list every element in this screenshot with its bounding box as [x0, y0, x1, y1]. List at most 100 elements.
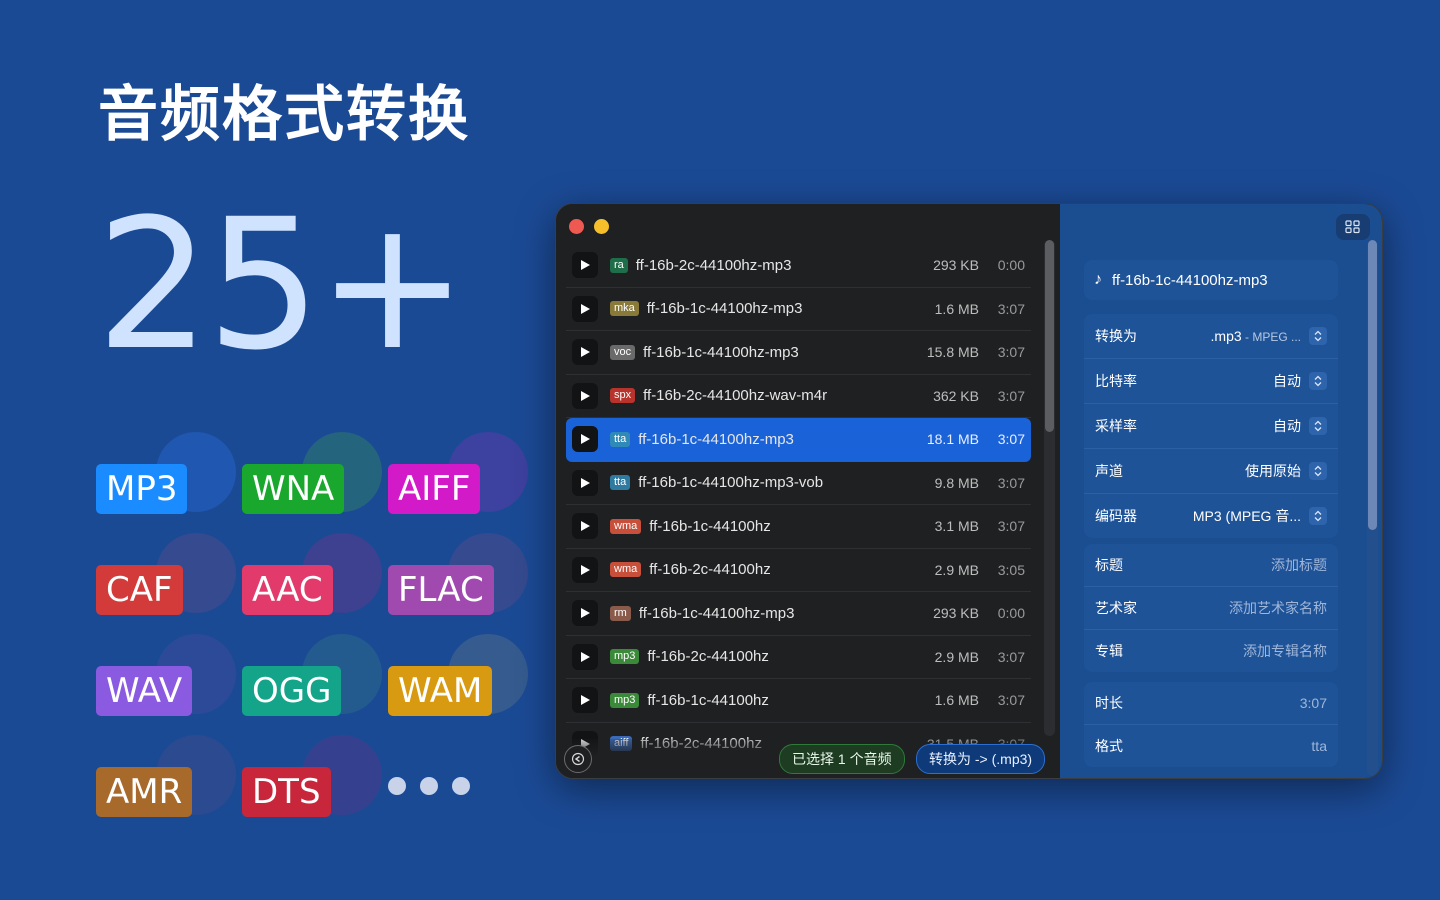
- badge-label: MP3: [96, 464, 188, 514]
- badge-label: AIFF: [388, 464, 481, 514]
- chevron-updown-icon[interactable]: [1309, 372, 1327, 390]
- chevron-updown-icon[interactable]: [1309, 327, 1327, 345]
- page-headline: 音频格式转换: [98, 81, 470, 148]
- setting-value: 自动: [1273, 418, 1301, 434]
- file-row[interactable]: rm ff-16b-1c-44100hz-mp3 293 KB 0:00: [566, 592, 1031, 636]
- format-tag: ra: [610, 257, 628, 273]
- setting-row[interactable]: 采样率 自动: [1084, 404, 1338, 449]
- play-button[interactable]: [572, 382, 598, 409]
- file-row[interactable]: tta ff-16b-1c-44100hz-mp3-vob 9.8 MB 3:07: [566, 462, 1031, 505]
- file-row[interactable]: mp3 ff-16b-1c-44100hz 1.6 MB 3:07: [566, 679, 1031, 723]
- metadata-row[interactable]: 艺术家 添加艺术家名称: [1084, 587, 1338, 630]
- format-tag: tta: [610, 431, 631, 447]
- setting-label: 采样率: [1095, 418, 1137, 434]
- metadata-input[interactable]: 添加专辑名称: [1243, 641, 1327, 661]
- file-duration: 3:07: [997, 648, 1025, 665]
- file-list-pane: ra ff-16b-2c-44100hz-mp3 293 KB 0:00 mka ff-1…: [556, 204, 1060, 778]
- play-icon: [581, 521, 590, 532]
- file-duration: 3:07: [997, 474, 1025, 491]
- play-button[interactable]: [572, 600, 598, 627]
- setting-subvalue: - MPEG ...: [1241, 330, 1301, 344]
- file-row[interactable]: wma ff-16b-1c-44100hz 3.1 MB 3:07: [566, 505, 1031, 549]
- file-duration: 3:07: [997, 300, 1025, 317]
- setting-row[interactable]: 编码器 MP3 (MPEG 音...: [1084, 494, 1338, 538]
- chevron-updown-icon[interactable]: [1309, 417, 1327, 435]
- file-row[interactable]: wma ff-16b-2c-44100hz 2.9 MB 3:05: [566, 549, 1031, 592]
- format-tag: wma: [610, 518, 642, 534]
- play-button[interactable]: [572, 469, 598, 496]
- file-list: ra ff-16b-2c-44100hz-mp3 293 KB 0:00 mka ff-1…: [566, 244, 1031, 778]
- file-duration: 3:07: [997, 387, 1025, 404]
- file-row[interactable]: mp3 ff-16b-2c-44100hz 2.9 MB 3:07: [566, 636, 1031, 679]
- window-controls: [569, 219, 609, 234]
- info-row: 时长 3:07: [1084, 682, 1338, 725]
- file-duration: 3:07: [997, 518, 1025, 535]
- file-row[interactable]: tta ff-16b-1c-44100hz-mp3 18.1 MB 3:07: [566, 418, 1031, 462]
- close-window-button[interactable]: [569, 219, 584, 234]
- format-tag: mka: [610, 301, 639, 317]
- file-duration: 0:00: [997, 257, 1025, 274]
- setting-row[interactable]: 转换为 .mp3 - MPEG ...: [1084, 314, 1338, 359]
- format-badge: WNA: [242, 430, 382, 514]
- play-icon: [581, 347, 590, 358]
- play-button[interactable]: [572, 252, 598, 279]
- file-size: 2.9 MB: [934, 561, 979, 578]
- file-name: ff-16b-1c-44100hz-mp3-vob: [638, 474, 824, 492]
- file-list-scrollbar[interactable]: [1044, 240, 1055, 736]
- metadata-row[interactable]: 标题 添加标题: [1084, 544, 1338, 587]
- scrollbar-thumb[interactable]: [1045, 240, 1054, 432]
- setting-label: 转换为: [1095, 328, 1137, 344]
- setting-row[interactable]: 比特率 自动: [1084, 359, 1338, 404]
- file-row[interactable]: ra ff-16b-2c-44100hz-mp3 293 KB 0:00: [566, 244, 1031, 288]
- file-size: 362 KB: [933, 387, 979, 404]
- grid-view-button[interactable]: [1336, 214, 1370, 240]
- play-button[interactable]: [572, 339, 598, 366]
- badge-label: AAC: [242, 565, 333, 615]
- dot: [452, 777, 470, 795]
- play-button[interactable]: [572, 513, 598, 540]
- play-icon: [581, 608, 590, 619]
- file-size: 9.8 MB: [934, 474, 979, 491]
- metadata-row[interactable]: 专辑 添加专辑名称: [1084, 630, 1338, 672]
- file-row[interactable]: mka ff-16b-1c-44100hz-mp3 1.6 MB 3:07: [566, 288, 1031, 331]
- format-badge: AMR: [96, 733, 236, 817]
- setting-row[interactable]: 声道 使用原始: [1084, 449, 1338, 494]
- format-tag: wma: [610, 562, 642, 578]
- badge-label: WNA: [242, 464, 345, 514]
- selected-file-card: ♪ ff-16b-1c-44100hz-mp3: [1084, 260, 1338, 300]
- convert-button[interactable]: 转换为 -> (.mp3): [916, 744, 1046, 774]
- format-badge: AIFF: [388, 430, 528, 514]
- play-icon: [581, 477, 590, 488]
- metadata-label: 标题: [1095, 557, 1123, 573]
- scrollbar-thumb[interactable]: [1368, 240, 1377, 530]
- badge-label: FLAC: [388, 565, 494, 615]
- setting-label: 比特率: [1095, 373, 1137, 389]
- badge-label: OGG: [242, 666, 342, 716]
- chevron-updown-icon[interactable]: [1309, 507, 1327, 525]
- file-name: ff-16b-2c-44100hz: [647, 648, 769, 666]
- play-button[interactable]: [572, 295, 598, 322]
- play-button[interactable]: [572, 687, 598, 714]
- info-value: 3:07: [1299, 695, 1327, 711]
- setting-value: MP3 (MPEG 音...: [1192, 508, 1301, 524]
- selected-count-pill: 已选择 1 个音频: [779, 744, 905, 774]
- play-button[interactable]: [572, 556, 598, 583]
- bottom-bar: 已选择 1 个音频 转换为 -> (.mp3): [556, 739, 1060, 778]
- info-row: 格式 tta: [1084, 725, 1338, 767]
- back-button[interactable]: [564, 745, 592, 773]
- chevron-updown-icon[interactable]: [1309, 462, 1327, 480]
- file-name: ff-16b-1c-44100hz-mp3: [646, 300, 803, 318]
- metadata-input[interactable]: 添加标题: [1271, 555, 1327, 575]
- minimize-window-button[interactable]: [594, 219, 609, 234]
- file-row[interactable]: voc ff-16b-1c-44100hz-mp3 15.8 MB 3:07: [566, 331, 1031, 375]
- play-icon: [581, 303, 590, 314]
- file-row[interactable]: spx ff-16b-2c-44100hz-wav-m4r 362 KB 3:07: [566, 375, 1031, 418]
- info-card: 时长 3:07 格式 tta: [1084, 682, 1338, 767]
- play-button[interactable]: [572, 643, 598, 670]
- play-button[interactable]: [572, 426, 598, 453]
- file-size: 15.8 MB: [926, 344, 979, 361]
- inspector-scrollbar[interactable]: [1367, 240, 1378, 776]
- badge-label: AMR: [96, 767, 193, 817]
- metadata-input[interactable]: 添加艺术家名称: [1229, 598, 1327, 618]
- badge-label: WAV: [96, 666, 193, 716]
